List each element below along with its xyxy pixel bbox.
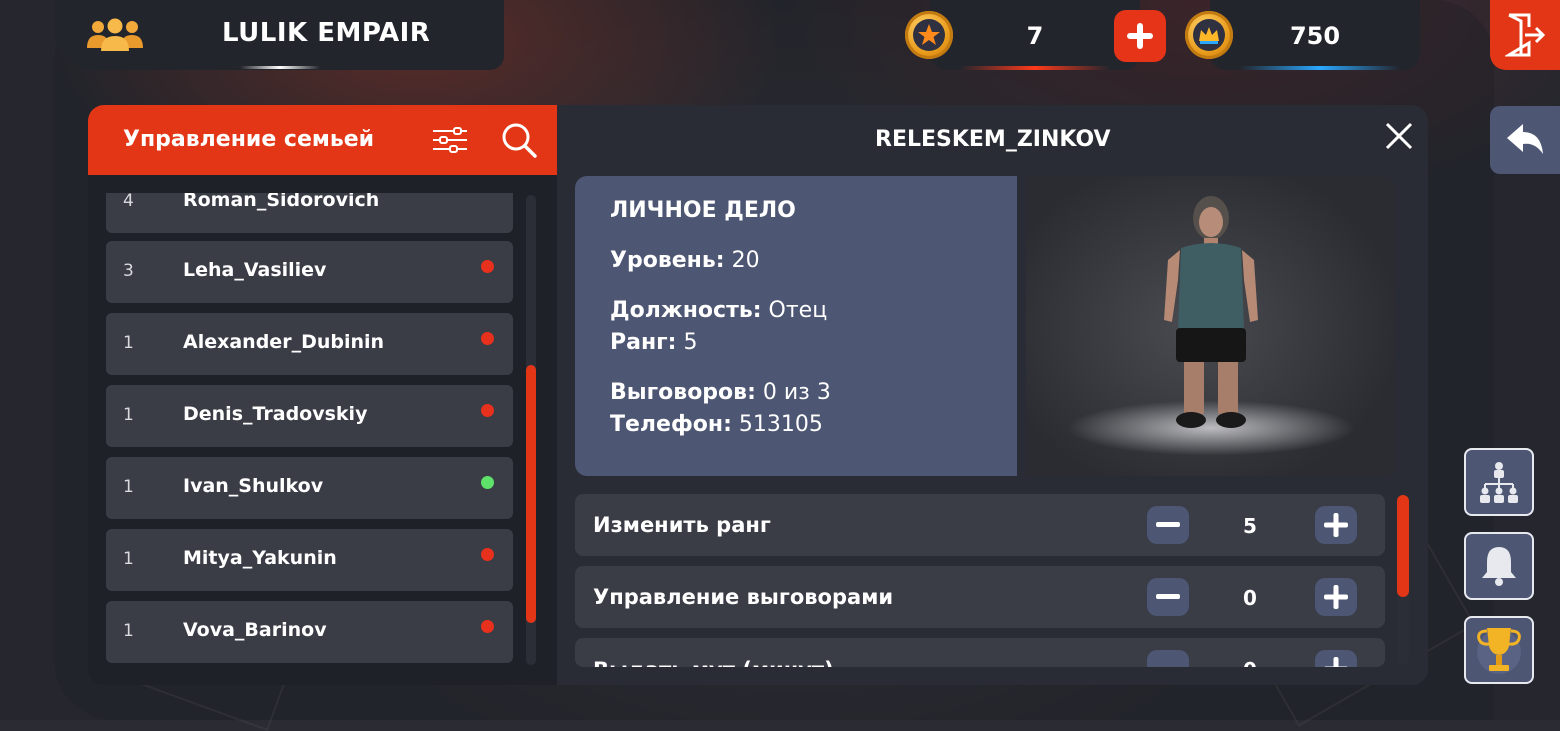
stars-value: 7: [1026, 22, 1044, 50]
member-name: Denis_Tradovskiy: [183, 403, 368, 425]
personal-file-card: ЛИЧНОЕ ДЕЛО Уровень: 20 Должность: Отец …: [575, 176, 1017, 476]
rank-line: Ранг: 5: [610, 330, 697, 355]
phone-label: Телефон:: [610, 412, 732, 437]
filter-sliders-icon[interactable]: [432, 127, 468, 153]
offline-status-dot: [481, 548, 494, 561]
character-model: [1164, 196, 1258, 428]
close-icon[interactable]: [1384, 121, 1414, 151]
increase-button[interactable]: [1315, 506, 1357, 544]
exit-door-icon: [1505, 13, 1545, 57]
search-icon[interactable]: [500, 121, 538, 159]
phone-value: 513105: [738, 412, 823, 437]
family-name: LULIK EMPAIR: [222, 18, 431, 48]
offline-status-dot: [481, 332, 494, 345]
control-value: 0: [1243, 586, 1257, 610]
level-label: Уровень:: [610, 248, 725, 273]
control-label: Выдать мут (минут): [593, 658, 834, 667]
list-item[interactable]: 1 Mitya_Yakunin: [106, 529, 513, 591]
member-name: Leha_Vasiliev: [183, 259, 327, 281]
family-name-underline: [240, 66, 320, 69]
plus-icon: [1324, 585, 1348, 609]
members-header: Управление семьей: [88, 105, 557, 175]
character-preview: [1026, 176, 1394, 476]
decrease-button[interactable]: [1147, 650, 1189, 667]
member-rank: 1: [123, 333, 134, 353]
member-rank: 1: [123, 477, 134, 497]
mute-control: Выдать мут (минут) 0: [575, 638, 1385, 667]
phone-line: Телефон: 513105: [610, 412, 823, 437]
list-item[interactable]: 1 Alexander_Dubinin: [106, 313, 513, 375]
minus-icon: [1156, 594, 1180, 599]
decrease-button[interactable]: [1147, 578, 1189, 616]
increase-button[interactable]: [1315, 578, 1357, 616]
offline-status-dot: [481, 260, 494, 273]
position-label: Должность:: [610, 298, 762, 323]
member-rank: 1: [123, 549, 134, 569]
list-item[interactable]: 1 Denis_Tradovskiy: [106, 385, 513, 447]
leaderboard-button[interactable]: [1464, 616, 1534, 684]
change-rank-control: Изменить ранг 5: [575, 494, 1385, 556]
control-value: 0: [1235, 658, 1265, 667]
members-list: 4 Roman_Sidorovich 3 Leha_Vasiliev 1 Ale…: [106, 193, 513, 673]
back-button[interactable]: [1490, 106, 1560, 174]
increase-button[interactable]: [1315, 650, 1357, 667]
panel-title: Управление семьей: [123, 127, 375, 152]
rank-value: 5: [683, 330, 698, 355]
family-icon: [87, 18, 143, 51]
bell-icon: [1482, 547, 1516, 586]
members-scrollbar-thumb[interactable]: [526, 365, 536, 623]
member-rank: 4: [123, 193, 134, 211]
control-value: 5: [1243, 514, 1257, 538]
position-line: Должность: Отец: [610, 298, 827, 323]
member-name: Vova_Barinov: [183, 619, 327, 641]
member-name: Ivan_Shulkov: [183, 475, 324, 497]
back-arrow-icon: [1507, 124, 1543, 154]
minus-icon: [1156, 522, 1180, 527]
crowns-value: 750: [1289, 22, 1341, 50]
hierarchy-icon: [1480, 462, 1518, 503]
crown-coin-icon: [1185, 11, 1233, 59]
exit-button[interactable]: [1490, 0, 1560, 70]
personal-file-heading: ЛИЧНОЕ ДЕЛО: [610, 198, 796, 223]
member-name: Mitya_Yakunin: [183, 547, 337, 569]
notifications-button[interactable]: [1464, 532, 1534, 600]
list-item[interactable]: 1 Ivan_Shulkov: [106, 457, 513, 519]
warnings-label: Выговоров:: [610, 380, 756, 405]
member-rank: 1: [123, 621, 134, 641]
control-label: Изменить ранг: [593, 513, 771, 537]
decrease-button[interactable]: [1147, 506, 1189, 544]
list-item[interactable]: 3 Leha_Vasiliev: [106, 241, 513, 303]
online-status-dot: [481, 476, 494, 489]
level-line: Уровень: 20: [610, 248, 760, 273]
warnings-line: Выговоров: 0 из 3: [610, 380, 831, 405]
member-rank: 3: [123, 261, 134, 281]
offline-status-dot: [481, 620, 494, 633]
member-name: Alexander_Dubinin: [183, 331, 385, 353]
member-title: RELESKEM_ZINKOV: [875, 127, 1111, 152]
list-item[interactable]: 4 Roman_Sidorovich: [106, 193, 513, 233]
star-coin-icon: [905, 11, 953, 59]
warnings-value: 0 из 3: [762, 380, 831, 405]
trophy-icon: [1477, 628, 1521, 674]
plus-icon: [1127, 23, 1153, 49]
position-value: Отец: [768, 298, 828, 323]
family-management-panel: Управление семьей 4 Roman_Sidorovich 3 L…: [88, 105, 1428, 685]
level-value: 20: [731, 248, 760, 273]
hierarchy-button[interactable]: [1464, 448, 1534, 516]
controls-scrollbar-thumb[interactable]: [1397, 495, 1409, 597]
rank-label: Ранг:: [610, 330, 677, 355]
stars-glow: [960, 66, 1110, 70]
member-name: Roman_Sidorovich: [183, 193, 380, 211]
buy-stars-button[interactable]: [1114, 10, 1166, 62]
offline-status-dot: [481, 404, 494, 417]
list-item[interactable]: 1 Vova_Barinov: [106, 601, 513, 663]
warnings-control: Управление выговорами 0: [575, 566, 1385, 628]
member-rank: 1: [123, 405, 134, 425]
crowns-glow: [1240, 66, 1400, 70]
plus-icon: [1324, 657, 1348, 667]
plus-icon: [1324, 513, 1348, 537]
control-label: Управление выговорами: [593, 585, 894, 609]
